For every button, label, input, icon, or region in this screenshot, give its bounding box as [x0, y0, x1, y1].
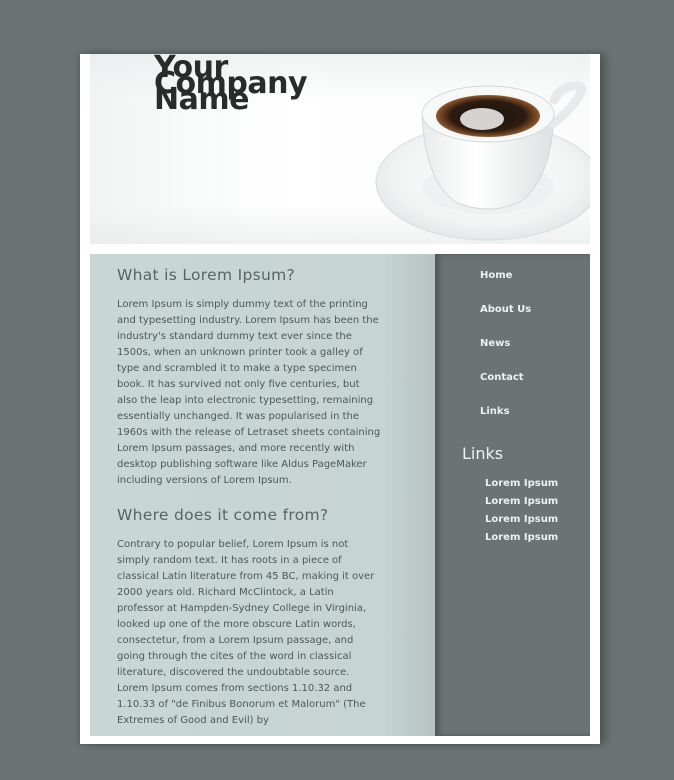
main-column: What is Lorem Ipsum? Lorem Ipsum is simp…	[90, 254, 435, 736]
page-container: Your Company Name What is Lorem Ipsum? L…	[80, 54, 600, 744]
section-what-is: What is Lorem Ipsum? Lorem Ipsum is simp…	[117, 266, 382, 489]
nav-link-news[interactable]: News	[480, 338, 531, 372]
section-heading: Where does it come from?	[117, 506, 329, 524]
header-banner: Your Company Name	[90, 54, 590, 244]
content-area: What is Lorem Ipsum? Lorem Ipsum is simp…	[90, 254, 590, 736]
sidebar: Home About Us News Contact Links Links L…	[435, 254, 590, 736]
sidebar-link[interactable]: Lorem Ipsum	[485, 532, 558, 550]
sidebar-link[interactable]: Lorem Ipsum	[485, 514, 558, 532]
section-where-from: Where does it come from? Contrary to pop…	[117, 506, 382, 729]
nav-link-contact[interactable]: Contact	[480, 372, 531, 406]
sidebar-link[interactable]: Lorem Ipsum	[485, 478, 558, 496]
section-heading: What is Lorem Ipsum?	[117, 266, 296, 284]
company-logo[interactable]: Your Company Name	[154, 54, 354, 115]
section-body: Lorem Ipsum is simply dummy text of the …	[117, 299, 381, 486]
coffee-cup-image	[375, 81, 590, 241]
main-nav: Home About Us News Contact Links	[480, 270, 531, 440]
nav-link-home[interactable]: Home	[480, 270, 531, 304]
links-heading: Links	[462, 444, 504, 463]
nav-link-links[interactable]: Links	[480, 406, 531, 440]
nav-link-about-us[interactable]: About Us	[480, 304, 531, 338]
sidebar-link[interactable]: Lorem Ipsum	[485, 496, 558, 514]
section-body: Contrary to popular belief, Lorem Ipsum …	[117, 539, 375, 726]
links-list: Lorem Ipsum Lorem Ipsum Lorem Ipsum Lore…	[485, 478, 558, 550]
